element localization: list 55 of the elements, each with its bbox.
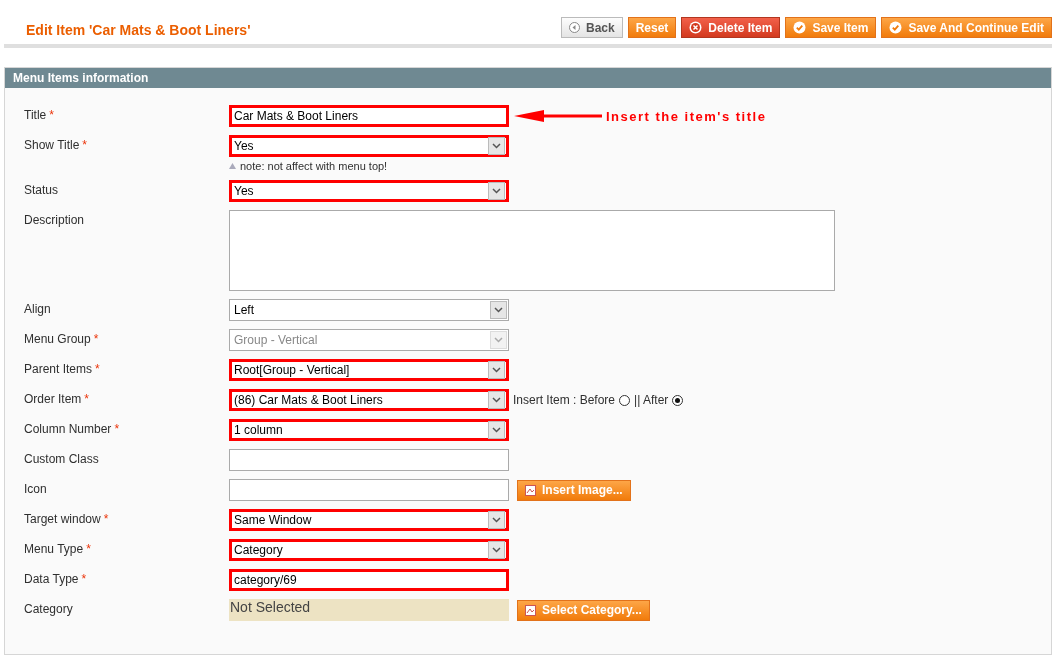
delete-button[interactable]: Delete Item bbox=[681, 17, 781, 38]
dropdown[interactable]: Category bbox=[229, 539, 509, 561]
annotation-text: Insert the item's title bbox=[606, 108, 767, 124]
field-label: Show Title * bbox=[24, 137, 89, 154]
field-label: Status bbox=[24, 182, 60, 199]
category-value: Not Selected bbox=[229, 599, 509, 621]
dropdown[interactable]: Yes bbox=[229, 135, 509, 157]
field-label: Align bbox=[24, 301, 52, 318]
radio-button[interactable] bbox=[672, 394, 684, 406]
chevron-down-icon bbox=[494, 307, 503, 313]
page-title: Edit Item 'Car Mats & Boot Liners' bbox=[26, 22, 251, 38]
check-icon bbox=[793, 21, 807, 34]
field-label: Description bbox=[24, 212, 86, 229]
field-label: Data Type * bbox=[24, 571, 88, 588]
radio-label: || After bbox=[634, 393, 669, 407]
text-input[interactable]: category/69 bbox=[229, 569, 509, 591]
field-label: Title * bbox=[24, 107, 55, 124]
check-icon bbox=[889, 21, 903, 34]
radio-button[interactable] bbox=[619, 394, 631, 406]
dropdown[interactable]: Yes bbox=[229, 180, 509, 202]
dropdown[interactable]: 1 column bbox=[229, 419, 509, 441]
chevron-down-icon bbox=[492, 547, 501, 553]
dropdown[interactable]: Same Window bbox=[229, 509, 509, 531]
close-icon bbox=[689, 21, 703, 34]
section-header: Menu Items information bbox=[5, 68, 1051, 88]
dropdown[interactable]: (86) Car Mats & Boot Liners bbox=[229, 389, 509, 411]
chevron-down-icon bbox=[492, 143, 501, 149]
field-label: Column Number * bbox=[24, 421, 121, 438]
chevron-down-icon bbox=[494, 337, 503, 343]
chevron-down-icon bbox=[492, 427, 501, 433]
triangle-icon bbox=[229, 163, 236, 169]
dropdown[interactable]: Root[Group - Vertical] bbox=[229, 359, 509, 381]
radio-label: Insert Item : Before bbox=[513, 393, 616, 407]
chevron-down-icon bbox=[492, 397, 501, 403]
chevron-down-icon bbox=[492, 517, 501, 523]
arrow-icon bbox=[514, 110, 602, 122]
dropdown[interactable]: Left bbox=[229, 299, 509, 321]
field-label: Target window * bbox=[24, 511, 110, 528]
field-label: Menu Group * bbox=[24, 331, 100, 348]
note-text: note: not affect with menu top! bbox=[240, 160, 388, 172]
field-label: Icon bbox=[24, 481, 48, 498]
chevron-down-icon bbox=[492, 188, 501, 194]
textarea-field[interactable] bbox=[229, 210, 835, 291]
field-label: Menu Type * bbox=[24, 541, 92, 558]
text-input[interactable] bbox=[229, 449, 509, 471]
chevron-down-icon bbox=[492, 367, 501, 373]
field-label: Parent Items * bbox=[24, 361, 101, 378]
back-button[interactable]: Back bbox=[561, 17, 623, 38]
text-input[interactable] bbox=[229, 479, 509, 501]
text-input[interactable]: Car Mats & Boot Liners bbox=[229, 105, 509, 127]
field-label: Category bbox=[24, 601, 74, 618]
image-icon bbox=[525, 484, 536, 496]
field-label: Custom Class bbox=[24, 451, 100, 468]
field-label: Order Item * bbox=[24, 391, 91, 408]
image-icon bbox=[525, 604, 536, 616]
